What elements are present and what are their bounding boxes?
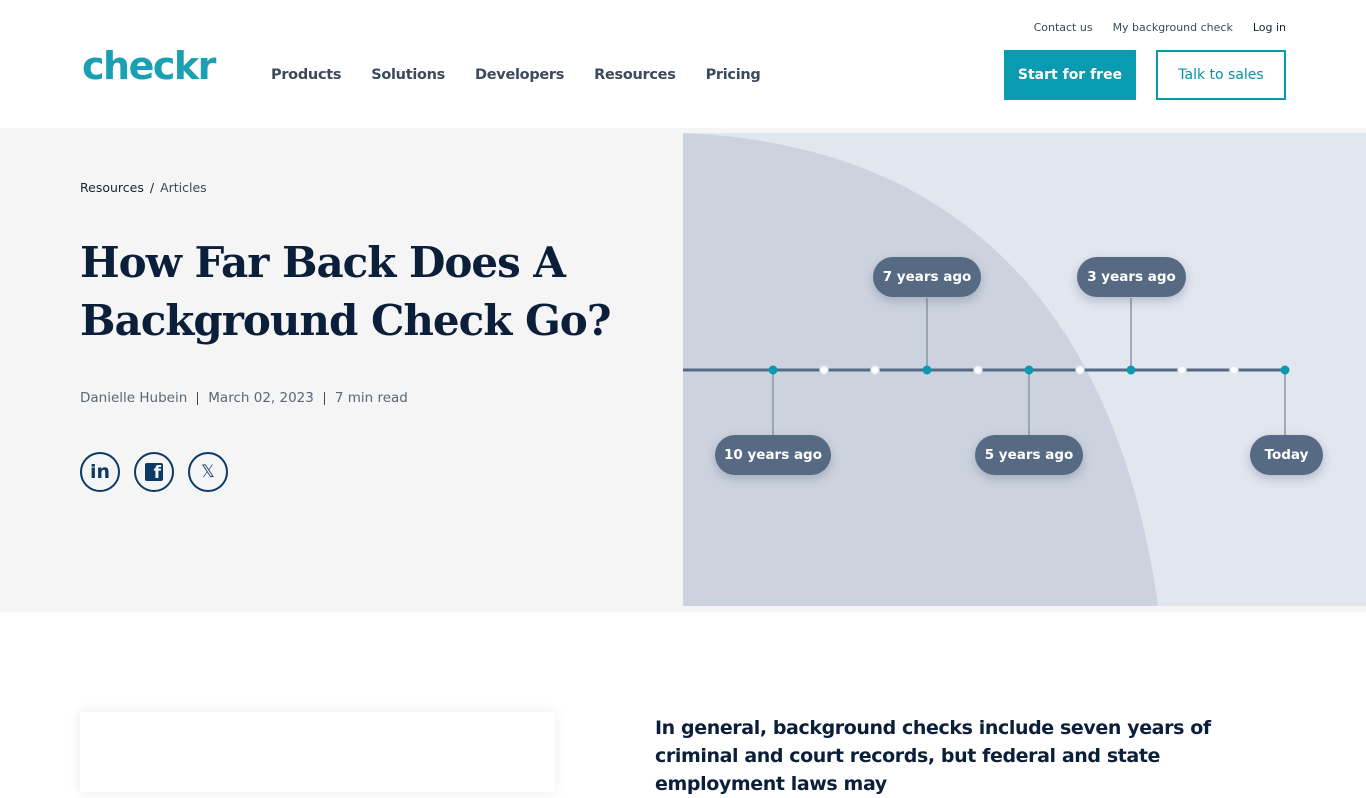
meta-divider (323, 391, 325, 405)
share-buttons: in f 𝕏 (80, 452, 228, 492)
x-share-button[interactable]: 𝕏 (188, 452, 228, 492)
timeline-marker (1229, 365, 1239, 375)
contact-us-link[interactable]: Contact us (1034, 20, 1093, 36)
main-nav: Products Solutions Developers Resources … (271, 64, 790, 86)
checkr-logo[interactable]: checkr (82, 44, 216, 88)
utility-nav: Contact us My background check Log in (1034, 20, 1286, 36)
breadcrumb-separator: / (149, 180, 155, 195)
meta-divider (197, 391, 199, 405)
site-header: checkr Products Solutions Developers Res… (0, 0, 1366, 128)
timeline-marker (819, 365, 829, 375)
nav-pricing[interactable]: Pricing (706, 64, 761, 86)
timeline-marker-active (1126, 365, 1136, 375)
breadcrumb-resources[interactable]: Resources (80, 179, 144, 197)
read-time: 7 min read (334, 390, 408, 406)
article-lead: In general, background checks include se… (655, 717, 1211, 795)
timeline-marker (870, 365, 880, 375)
hero-illustration: 7 years ago 3 years ago 10 years ago 5 y… (683, 133, 1366, 606)
breadcrumb: Resources / Articles (80, 179, 207, 197)
x-icon: 𝕏 (201, 462, 215, 482)
timeline-marker (1177, 365, 1187, 375)
linkedin-icon: in (89, 461, 111, 483)
my-background-check-link[interactable]: My background check (1113, 20, 1233, 36)
facebook-icon: f (145, 463, 163, 481)
timeline-marker-active (922, 365, 932, 375)
timeline-graphic (683, 133, 1290, 606)
article-meta: Danielle Hubein March 02, 2023 7 min rea… (80, 389, 408, 407)
page-title: How Far Back Does A Background Check Go? (80, 238, 611, 345)
timeline-marker (1075, 365, 1085, 375)
timeline-label-3-years: 3 years ago (1077, 257, 1186, 297)
nav-solutions[interactable]: Solutions (371, 64, 445, 86)
timeline-label-today: Today (1250, 435, 1323, 475)
breadcrumb-articles[interactable]: Articles (160, 179, 207, 197)
talk-to-sales-button[interactable]: Talk to sales (1156, 50, 1286, 100)
facebook-share-button[interactable]: f (134, 452, 174, 492)
hero-section: Resources / Articles How Far Back Does A… (0, 128, 1366, 612)
timeline-marker-active (768, 365, 778, 375)
login-link[interactable]: Log in (1253, 20, 1286, 36)
timeline-label-5-years: 5 years ago (975, 435, 1083, 475)
nav-developers[interactable]: Developers (475, 64, 564, 86)
publish-date: March 02, 2023 (208, 390, 314, 406)
table-of-contents-card (80, 712, 555, 792)
timeline-label-7-years: 7 years ago (873, 257, 981, 297)
article-content: In general, background checks include se… (0, 612, 1366, 795)
timeline-label-10-years: 10 years ago (715, 435, 831, 475)
timeline-marker (973, 365, 983, 375)
start-for-free-button[interactable]: Start for free (1004, 50, 1136, 100)
nav-resources[interactable]: Resources (594, 64, 676, 86)
timeline-marker-active (1024, 365, 1034, 375)
author: Danielle Hubein (80, 390, 188, 406)
nav-products[interactable]: Products (271, 64, 342, 86)
timeline-marker-active (1280, 365, 1290, 375)
linkedin-share-button[interactable]: in (80, 452, 120, 492)
